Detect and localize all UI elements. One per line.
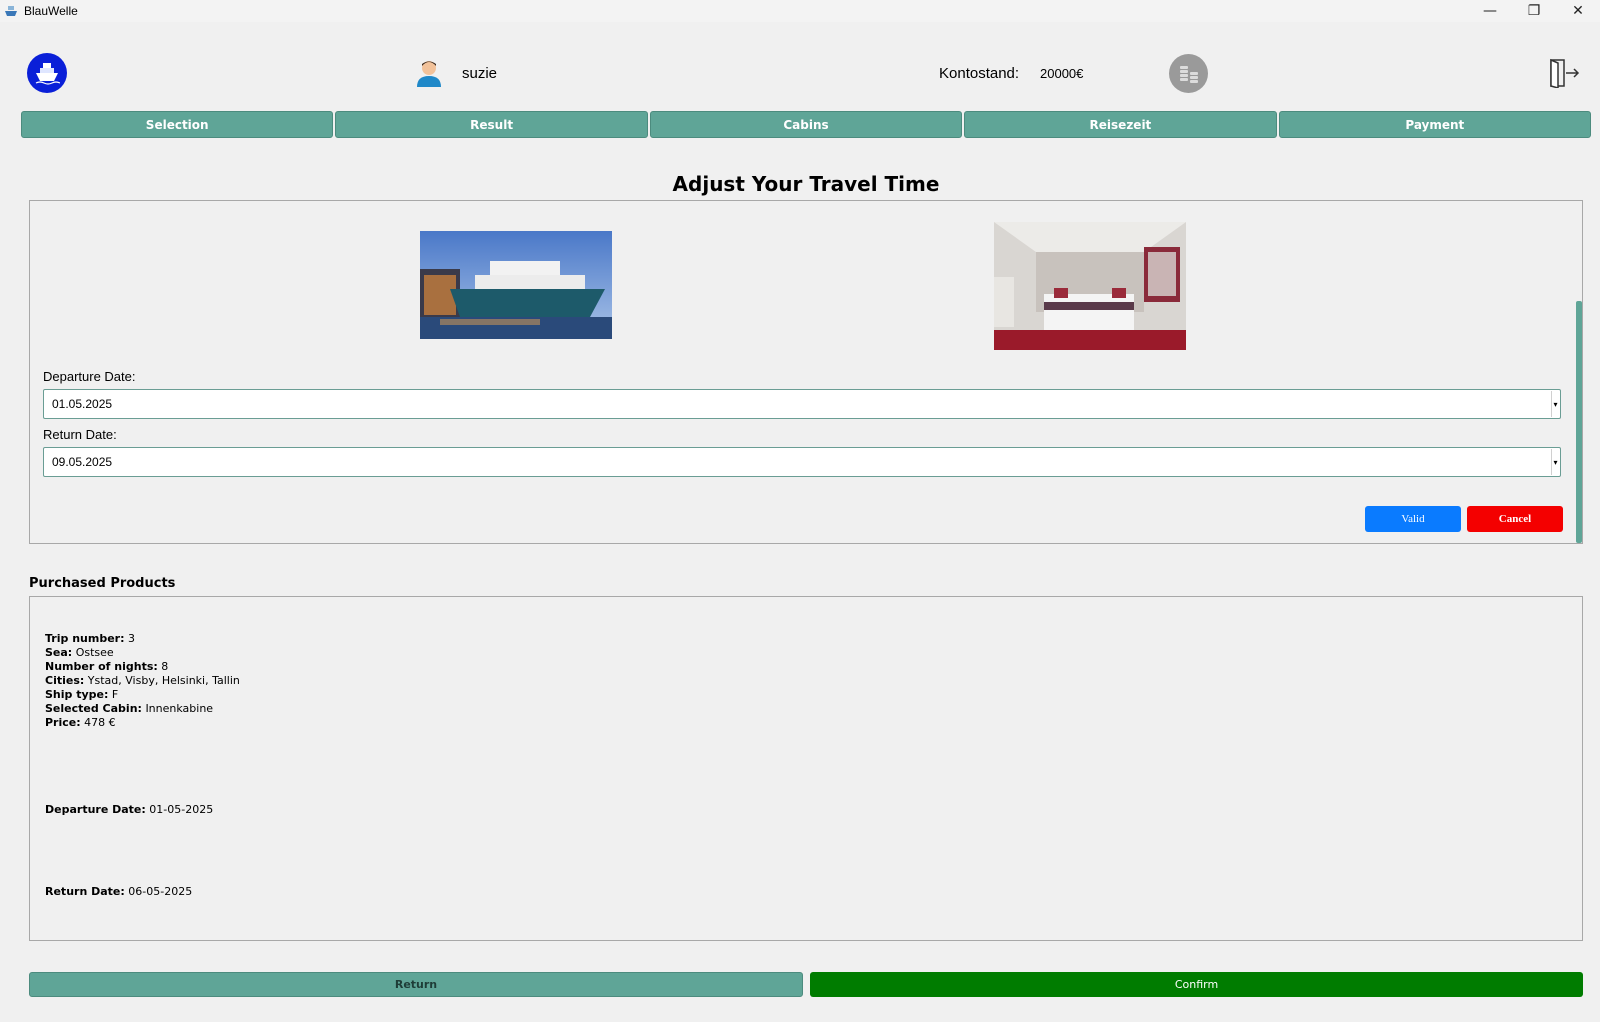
price-row: Price: 478 € — [45, 716, 116, 729]
sea-row: Sea: Ostsee — [45, 646, 114, 659]
scrollbar[interactable] — [1576, 201, 1582, 543]
departure-date-label: Departure Date: — [43, 369, 136, 384]
departure-date-field[interactable]: 01.05.2025 ▾ — [43, 389, 1561, 419]
tab-reisezeit[interactable]: Reisezeit — [964, 111, 1277, 138]
ship-icon — [5, 6, 17, 16]
purchased-products-panel: Trip number: 3 Sea: Ostsee Number of nig… — [29, 596, 1583, 941]
trip-info: Trip number: 3 Sea: Ostsee Number of nig… — [45, 632, 240, 730]
purchased-departure-row: Departure Date: 01-05-2025 — [45, 803, 214, 816]
nights-row: Number of nights: 8 — [45, 660, 169, 673]
tab-cabins[interactable]: Cabins — [649, 111, 963, 138]
user-avatar-icon — [417, 61, 441, 87]
ship-type-row: Ship type: F — [45, 688, 119, 701]
chevron-down-icon[interactable]: ▾ — [1551, 449, 1559, 475]
tab-result[interactable]: Result — [335, 111, 648, 138]
cabin-image — [994, 222, 1186, 350]
return-date-label: Return Date: — [43, 427, 117, 442]
confirm-button[interactable]: Confirm — [810, 972, 1583, 997]
return-date-value: 09.05.2025 — [52, 455, 113, 469]
travel-time-panel: Departure Date: 01.05.2025 ▾ Return Date… — [29, 200, 1583, 544]
maximize-button[interactable]: ❐ — [1512, 0, 1556, 22]
ship-logo-icon — [27, 53, 67, 93]
cancel-button[interactable]: Cancel — [1467, 506, 1563, 532]
purchased-products-title: Purchased Products — [29, 576, 176, 591]
close-button[interactable]: ✕ — [1556, 0, 1600, 22]
trip-number-row: Trip number: 3 — [45, 632, 135, 645]
scrollbar-thumb[interactable] — [1576, 301, 1582, 543]
ship-image — [420, 231, 612, 339]
page-title: Adjust Your Travel Time — [672, 172, 940, 196]
tab-bar: Selection Result Cabins Reisezeit Paymen… — [21, 111, 1592, 138]
coins-button[interactable] — [1169, 54, 1208, 93]
balance-label: Kontostand: — [939, 65, 1020, 82]
chevron-down-icon[interactable]: ▾ — [1551, 391, 1559, 417]
return-button[interactable]: Return — [29, 972, 803, 997]
departure-date-value: 01.05.2025 — [52, 397, 113, 411]
username: suzie — [462, 65, 498, 82]
cabin-row: Selected Cabin: Innenkabine — [45, 702, 214, 715]
window-title: BlauWelle — [24, 4, 78, 18]
balance-value: 20000€ — [1040, 66, 1084, 81]
title-bar: BlauWelle — ❐ ✕ — [0, 0, 1600, 22]
minimize-button[interactable]: — — [1468, 0, 1512, 22]
purchased-return-row: Return Date: 06-05-2025 — [45, 885, 193, 898]
tab-selection[interactable]: Selection — [21, 111, 334, 138]
logout-icon[interactable] — [1548, 58, 1580, 88]
coins-icon — [1179, 65, 1198, 83]
tab-payment[interactable]: Payment — [1278, 111, 1592, 138]
return-date-field[interactable]: 09.05.2025 ▾ — [43, 447, 1561, 477]
window-controls: — ❐ ✕ — [1468, 0, 1600, 22]
cities-row: Cities: Ystad, Visby, Helsinki, Tallin — [45, 674, 240, 687]
valid-button[interactable]: Valid — [1365, 506, 1461, 532]
